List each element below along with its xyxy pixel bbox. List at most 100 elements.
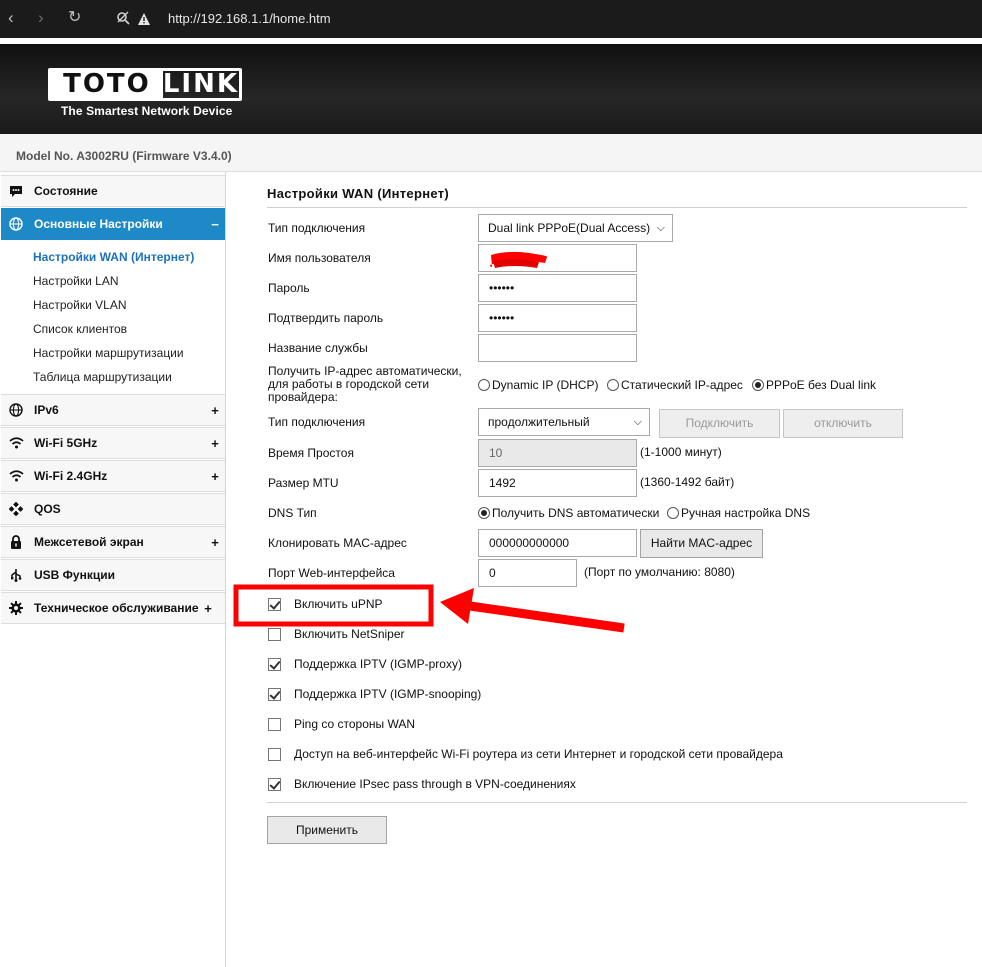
mac-clone-label: Клонировать MAC-адрес: [268, 536, 407, 550]
conn-type-select[interactable]: Dual link PPPoE(Dual Access) ⌵: [478, 214, 673, 242]
sidebar-item-label: Техническое обслуживание: [34, 601, 199, 615]
submenu-clients[interactable]: Список клиентов: [33, 322, 127, 336]
sidebar-item-label: Основные Настройки: [34, 217, 163, 231]
conn-mode-label: Тип подключения: [268, 415, 366, 429]
ipmode-radio-static[interactable]: Статический IP-адрес: [607, 378, 743, 392]
sidebar-item-maintenance[interactable]: Техническое обслуживание +: [1, 592, 225, 624]
dns-type-label: DNS Тип: [268, 506, 317, 520]
dns-radio-auto[interactable]: Получить DNS автоматически: [478, 506, 659, 520]
logo-text-left: TOTO: [51, 71, 163, 98]
main-content: Настройки WAN (Интернет) Тип подключения…: [227, 172, 982, 967]
checkbox-checked[interactable]: [268, 777, 281, 791]
sidebar-item-wifi-24ghz[interactable]: Wi-Fi 2.4GHz +: [1, 460, 225, 492]
collapse-icon: −: [211, 216, 219, 232]
submenu-lan[interactable]: Настройки LAN: [33, 274, 119, 288]
password-label: Пароль: [268, 281, 310, 295]
radio-circle: [667, 507, 679, 519]
logo-text-right: LINK: [162, 69, 239, 99]
wifi-icon: [8, 435, 24, 451]
web-port-input[interactable]: 0: [478, 559, 577, 587]
ipmode-radio-pppoe[interactable]: PPPoE без Dual link: [752, 378, 876, 392]
connect-button[interactable]: Подключить: [659, 409, 780, 438]
sidebar-item-wifi-5ghz[interactable]: Wi-Fi 5GHz +: [1, 427, 225, 459]
chevron-down-icon: ⌵: [633, 416, 642, 428]
radio-label: Статический IP-адрес: [621, 378, 743, 392]
chevron-down-icon: ⌵: [656, 222, 665, 234]
sidebar-item-firewall[interactable]: Межсетевой экран +: [1, 526, 225, 558]
browser-toolbar: ‹ › ↻ http://192.168.1.1/home.htm: [0, 0, 982, 38]
title-divider: [267, 207, 967, 208]
conn-type-value: Dual link PPPoE(Dual Access): [488, 221, 651, 235]
password-input[interactable]: ••••••: [478, 274, 637, 302]
sidebar-item-label: USB Функции: [34, 568, 115, 582]
back-icon[interactable]: ‹: [8, 8, 14, 28]
checkbox-upnp[interactable]: Включить uPNP: [268, 597, 383, 611]
checkbox-unchecked[interactable]: [268, 747, 281, 761]
site-info-icon[interactable]: [116, 10, 150, 28]
submenu-routing-table[interactable]: Таблица маршрутизации: [33, 370, 172, 384]
checkbox-netsniper[interactable]: Включить NetSniper: [268, 627, 405, 641]
checkbox-iptv-snooping[interactable]: Поддержка IPTV (IGMP-snooping): [268, 687, 481, 701]
globe-icon: [8, 402, 24, 418]
sidebar-item-usb[interactable]: USB Функции: [1, 559, 225, 591]
model-bar: Model No. A3002RU (Firmware V3.4.0): [0, 134, 982, 172]
checkbox-label: Включение IPsec pass through в VPN-соеди…: [294, 777, 576, 791]
expand-icon: +: [204, 600, 212, 616]
checkbox-checked[interactable]: [268, 687, 281, 701]
radio-label: PPPoE без Dual link: [766, 378, 877, 392]
checkbox-checked[interactable]: [268, 597, 281, 611]
sidebar-item-qos[interactable]: QOS: [1, 493, 225, 525]
apply-button[interactable]: Применить: [267, 816, 387, 844]
service-name-input[interactable]: [478, 334, 637, 362]
conn-type-label: Тип подключения: [268, 221, 366, 235]
sidebar-item-status[interactable]: Состояние: [1, 175, 225, 207]
find-mac-button[interactable]: Найти MAC-адрес: [640, 529, 763, 558]
submenu-vlan[interactable]: Настройки VLAN: [33, 298, 127, 312]
page-title: Настройки WAN (Интернет): [267, 186, 450, 201]
checkbox-unchecked[interactable]: [268, 717, 281, 731]
globe-icon: [8, 216, 24, 232]
redaction-scribble: [489, 251, 548, 268]
mac-address-input[interactable]: 000000000000: [478, 529, 637, 557]
usb-icon: [8, 567, 24, 583]
radio-circle: [607, 379, 619, 391]
expand-icon: +: [211, 468, 219, 484]
sidebar: Состояние Основные Настройки − Настройки…: [0, 172, 226, 967]
submenu-wan[interactable]: Настройки WAN (Интернет): [33, 250, 194, 264]
lock-icon: [8, 534, 24, 550]
confirm-password-label: Подтвердить пароль: [268, 311, 384, 325]
address-bar[interactable]: http://192.168.1.1/home.htm: [168, 11, 331, 26]
submenu-routing-settings[interactable]: Настройки маршрутизации: [33, 346, 184, 360]
sidebar-item-label: Межсетевой экран: [34, 535, 144, 549]
checkbox-label: Включить uPNP: [294, 597, 383, 611]
checkbox-wan-ping[interactable]: Ping со стороны WAN: [268, 717, 415, 731]
reload-icon[interactable]: ↻: [68, 8, 81, 28]
checkbox-ipsec[interactable]: Включение IPsec pass through в VPN-соеди…: [268, 777, 576, 791]
checkbox-checked[interactable]: [268, 657, 281, 671]
confirm-password-input[interactable]: ••••••: [478, 304, 637, 332]
brand-logo: TOTO LINK: [48, 68, 242, 101]
dns-radio-manual[interactable]: Ручная настройка DNS: [667, 506, 810, 520]
service-name-label: Название службы: [268, 341, 368, 355]
idle-time-input[interactable]: 10: [478, 439, 637, 467]
ipmode-radio-dhcp[interactable]: Dynamic IP (DHCP): [478, 378, 598, 392]
sidebar-item-ipv6[interactable]: IPv6 +: [1, 394, 225, 426]
mtu-label: Размер MTU: [268, 476, 339, 490]
conn-mode-select[interactable]: продолжительный ⌵: [478, 408, 650, 436]
sidebar-item-label: QOS: [34, 502, 61, 516]
disconnect-button[interactable]: отключить: [783, 409, 903, 438]
checkbox-remote-access[interactable]: Доступ на веб-интерфейс Wi-Fi роутера из…: [268, 747, 783, 761]
sidebar-item-basic-settings[interactable]: Основные Настройки −: [1, 208, 225, 240]
idle-time-hint: (1-1000 минут): [640, 445, 722, 459]
conn-mode-value: продолжительный: [488, 415, 590, 429]
model-number: Model No. A3002RU (Firmware V3.4.0): [16, 149, 232, 163]
checkbox-iptv-proxy[interactable]: Поддержка IPTV (IGMP-proxy): [268, 657, 462, 671]
chat-icon: [8, 183, 24, 199]
mtu-input[interactable]: 1492: [478, 469, 637, 497]
expand-icon: +: [211, 435, 219, 451]
brand-tagline: The Smartest Network Device: [61, 104, 233, 118]
radio-circle-selected: [478, 507, 490, 519]
page-header: TOTO LINK The Smartest Network Device: [0, 44, 982, 134]
checkbox-unchecked[interactable]: [268, 627, 281, 641]
forward-icon[interactable]: ›: [38, 8, 44, 28]
